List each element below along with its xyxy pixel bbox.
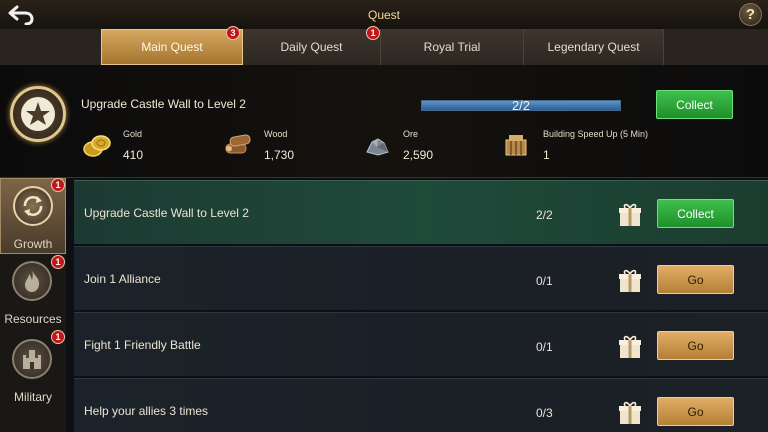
military-circle (12, 339, 52, 379)
growth-cycle-icon (23, 196, 43, 216)
quest-list: Upgrade Castle Wall to Level 2 2/2 Colle… (68, 180, 768, 432)
quest-go-button[interactable]: Go (657, 265, 734, 294)
quest-row: Upgrade Castle Wall to Level 2 2/2 Colle… (74, 180, 768, 244)
reward-value: 1 (543, 148, 550, 162)
top-bar: Quest ? (0, 0, 768, 29)
sidebar-item-label: Growth (13, 237, 53, 251)
tab-legendary-quest[interactable]: Legendary Quest (524, 29, 664, 65)
quest-collect-button[interactable]: Collect (657, 199, 734, 228)
summary-quest-title: Upgrade Castle Wall to Level 2 (81, 97, 246, 111)
help-button[interactable]: ? (739, 3, 762, 26)
tab-royal-trial[interactable]: Royal Trial (381, 29, 524, 65)
reward-name: Building Speed Up (5 Min) (543, 129, 649, 139)
castle-icon (23, 350, 41, 369)
quest-title: Fight 1 Friendly Battle (84, 338, 201, 352)
quest-go-button[interactable]: Go (657, 331, 734, 360)
tab-label: Legendary Quest (547, 40, 640, 54)
quest-row: Join 1 Alliance 0/1 Go (74, 246, 768, 310)
growth-circle (13, 186, 53, 226)
quest-emblem (10, 86, 66, 142)
page-title: Quest (367, 8, 400, 22)
tab-badge-main-quest: 3 (226, 26, 240, 40)
quest-category-sidebar: Growth Resources Military 1 1 1 (0, 178, 66, 432)
quest-title: Help your allies 3 times (84, 404, 209, 418)
reward-value: 410 (123, 148, 144, 162)
gift-box-icon[interactable] (617, 268, 643, 294)
quest-progress: 0/1 (536, 340, 553, 354)
gift-box-icon[interactable] (617, 400, 643, 426)
tab-daily-quest[interactable]: Daily Quest (243, 29, 381, 65)
sidebar-badge-military: 1 (51, 330, 65, 344)
tab-label: Daily Quest (280, 40, 343, 54)
quest-progress: 2/2 (536, 208, 553, 222)
quest-title: Join 1 Alliance (84, 272, 161, 286)
progress-label: 2/2 (511, 98, 531, 113)
gift-box-icon[interactable] (617, 202, 643, 228)
flame-icon (25, 270, 40, 292)
building-speedup-icon (505, 135, 527, 156)
sidebar-item-label: Military (14, 390, 52, 404)
tab-main-quest[interactable]: Main Quest (101, 29, 243, 65)
quest-progress: 0/1 (536, 274, 553, 288)
quest-title: Upgrade Castle Wall to Level 2 (84, 206, 249, 220)
quest-progress: 0/3 (536, 406, 553, 420)
quest-tabs: Main Quest Daily Quest Royal Trial Legen… (0, 26, 768, 65)
wood-logs-icon (225, 134, 251, 154)
quest-go-button[interactable]: Go (657, 397, 734, 426)
summary-progress-bar: 2/2 (421, 98, 621, 113)
summary-collect-button[interactable]: Collect (656, 90, 733, 119)
tab-label: Main Quest (141, 40, 203, 54)
reward-name: Wood (264, 129, 288, 139)
sidebar-badge-growth: 1 (51, 178, 65, 192)
reward-value: 2,590 (403, 148, 434, 162)
star-icon (21, 97, 55, 131)
tab-label: Royal Trial (423, 40, 481, 54)
sidebar-badge-resources: 1 (51, 255, 65, 269)
resources-circle (12, 261, 52, 301)
reward-value: 1,730 (264, 148, 295, 162)
ore-icon (366, 138, 389, 156)
reward-name: Ore (403, 129, 419, 139)
sidebar-item-label: Resources (4, 312, 62, 326)
gift-box-icon[interactable] (617, 334, 643, 360)
reward-name: Gold (123, 129, 143, 139)
quest-row: Fight 1 Friendly Battle 0/1 Go (74, 312, 768, 376)
gold-coins-icon (83, 135, 111, 157)
current-quest-summary: Upgrade Castle Wall to Level 2 2/2 Colle… (0, 65, 768, 178)
tab-badge-daily-quest: 1 (366, 26, 380, 40)
quest-row: Help your allies 3 times 0/3 Go (74, 378, 768, 432)
